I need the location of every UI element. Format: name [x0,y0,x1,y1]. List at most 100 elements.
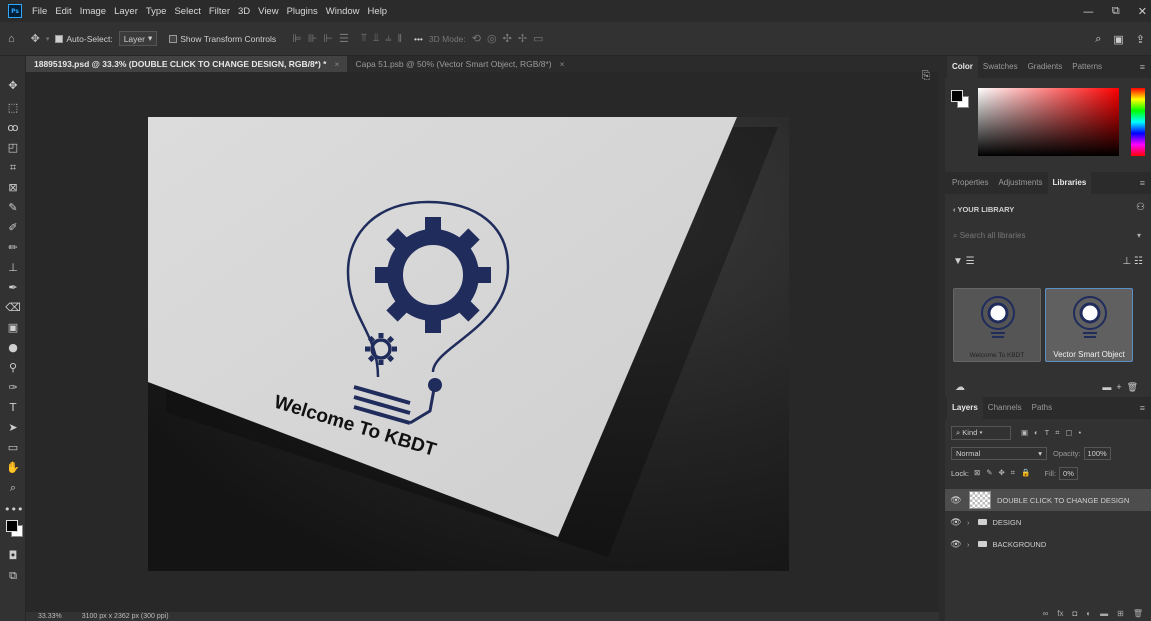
healing-brush-tool-icon[interactable]: ✐ [4,220,22,236]
eye-icon[interactable]: 👁 [945,495,967,506]
marquee-tool-icon[interactable]: ⬚ [4,100,22,116]
share-icon[interactable]: ⇪ [1136,33,1145,46]
auto-select-dropdown[interactable]: Layer ▾ [118,31,158,46]
menu-layer[interactable]: Layer [110,6,142,17]
new-group-icon[interactable]: ▬ [1100,609,1108,618]
close-tab-icon[interactable]: × [560,59,565,69]
rectangle-tool-icon[interactable]: ▭ [4,440,22,456]
layer-filter-icons[interactable]: ▣◐T⌗▢• [1021,428,1087,438]
library-item[interactable]: Welcome To KBDT [953,288,1041,362]
panel-menu-icon[interactable]: ≡ [1140,178,1145,188]
frame-tool-icon[interactable]: ⊠ [4,180,22,196]
eyedropper-tool-icon[interactable]: ✎ [4,200,22,216]
view-mode-icon[interactable]: ⊥ ☷ [1123,256,1143,267]
tab-paths[interactable]: Paths [1027,397,1057,419]
menu-view[interactable]: View [254,6,282,17]
menu-file[interactable]: File [28,6,51,17]
menu-plugins[interactable]: Plugins [283,6,322,17]
layer-row[interactable]: 👁 › DESIGN [945,511,1151,533]
adjustment-layer-icon[interactable]: ◐ [1086,609,1091,618]
screen-mode-icon[interactable]: ⧉ [4,568,22,584]
tab-color[interactable]: Color [947,56,978,78]
workspace-icon[interactable]: ▣ [1113,33,1123,46]
distribute-vertical-icon[interactable]: ‖ [397,33,402,45]
cloud-icon[interactable]: ☁ [955,382,965,393]
account-icon[interactable]: ⚇ [1136,202,1145,213]
distribute-icon[interactable]: ☰ [339,32,349,45]
menu-3d[interactable]: 3D [234,6,254,17]
link-layers-icon[interactable]: ∞ [1043,609,1049,618]
tab-channels[interactable]: Channels [983,397,1027,419]
menu-select[interactable]: Select [170,6,204,17]
opacity-input[interactable]: 100% [1083,446,1111,460]
chevron-right-icon[interactable]: › [967,518,970,527]
your-library-link[interactable]: ‹ YOUR LIBRARY [953,205,1014,214]
foreground-color-swatch[interactable] [951,90,963,102]
library-search-input[interactable]: ⌕ Search all libraries ▾ [951,228,1145,244]
restore-button[interactable]: ⧉ [1112,4,1120,18]
close-window-button[interactable]: ✕ [1138,5,1147,18]
new-layer-icon[interactable]: ⊞ [1117,609,1124,618]
align-left-icon[interactable]: ⊫ [292,32,302,45]
lasso-tool-icon[interactable]: ꝏ [4,120,22,136]
quick-mask-icon[interactable]: ◘ [4,548,22,564]
dodge-tool-icon[interactable]: ⚲ [4,360,22,376]
tab-layers[interactable]: Layers [947,397,983,419]
chevron-right-icon[interactable]: › [967,540,970,549]
tab-patterns[interactable]: Patterns [1067,56,1107,78]
tab-libraries[interactable]: Libraries [1047,172,1092,194]
menu-edit[interactable]: Edit [51,6,75,17]
brush-tool-icon[interactable]: ✏ [4,240,22,256]
align-center-icon[interactable]: ⊪ [308,32,318,45]
clone-stamp-tool-icon[interactable]: ⊥ [4,260,22,276]
filter-icon[interactable]: ▼ ☰ [953,256,975,267]
panel-menu-icon[interactable]: ≡ [1140,62,1145,72]
foreground-color-swatch[interactable] [6,520,18,532]
blend-mode-dropdown[interactable]: Normal ▾ [951,446,1047,460]
path-selection-tool-icon[interactable]: ➤ [4,420,22,436]
canvas-area[interactable]: Welcome To KBDT [26,72,939,612]
tab-gradients[interactable]: Gradients [1023,56,1068,78]
pen-tool-icon[interactable]: ✑ [4,380,22,396]
layer-style-icon[interactable]: fx [1057,609,1063,618]
blur-tool-icon[interactable]: ● [4,340,22,356]
menu-filter[interactable]: Filter [205,6,234,17]
chevron-down-icon[interactable]: ▾ [46,35,50,43]
zoom-level[interactable]: 33.33% [38,613,62,620]
auto-select-checkbox[interactable]: Auto-Select: [55,34,113,44]
3d-camera-icon[interactable]: ▭ [533,32,543,45]
eye-icon[interactable]: 👁 [945,517,967,528]
menu-type[interactable]: Type [142,6,171,17]
tab-properties[interactable]: Properties [947,172,993,194]
tab-adjustments[interactable]: Adjustments [993,172,1047,194]
gradient-tool-icon[interactable]: ▣ [4,320,22,336]
align-bottom-icon[interactable]: ⫨ [385,32,391,45]
kind-filter-dropdown[interactable]: ⌕ Kind ▾ [951,426,1011,440]
3d-orbit-icon[interactable]: ⟲ [472,32,481,45]
hand-tool-icon[interactable]: ✋ [4,460,22,476]
history-brush-tool-icon[interactable]: ✒ [4,280,22,296]
search-icon[interactable]: ⌕ [1095,33,1101,46]
layer-row[interactable]: 👁 › BACKGROUND [945,533,1151,555]
add-mask-icon[interactable]: ◘ [1072,609,1077,618]
show-transform-controls-checkbox[interactable]: Show Transform Controls [169,34,276,44]
3d-slide-icon[interactable]: ✢ [518,32,527,45]
move-tool-preset-icon[interactable]: ✥ [31,32,40,45]
tab-18895193[interactable]: 18895193.psd @ 33.3% (DOUBLE CLICK TO CH… [26,56,348,72]
more-options-button[interactable]: ••• [414,34,423,44]
align-top-icon[interactable]: ⫪ [361,32,367,45]
library-actions[interactable]: ▬+🗑 [1102,382,1143,393]
eraser-tool-icon[interactable]: ⌫ [4,300,22,316]
document-canvas[interactable]: Welcome To KBDT [148,117,789,571]
minimize-button[interactable]: — [1083,5,1094,18]
close-tab-icon[interactable]: × [334,59,339,69]
layer-row[interactable]: 👁 DOUBLE CLICK TO CHANGE DESIGN [945,489,1151,511]
align-middle-icon[interactable]: ⫫ [373,32,379,45]
edit-toolbar-icon[interactable]: ••• [4,502,23,518]
panel-menu-icon[interactable]: ≡ [1140,403,1145,413]
tab-swatches[interactable]: Swatches [978,56,1023,78]
object-selection-tool-icon[interactable]: ◰ [4,140,22,156]
lock-icons[interactable]: ⊠✎✥⌗🔒 [974,468,1036,478]
3d-roll-icon[interactable]: ◎ [487,32,497,45]
menu-image[interactable]: Image [76,6,110,17]
